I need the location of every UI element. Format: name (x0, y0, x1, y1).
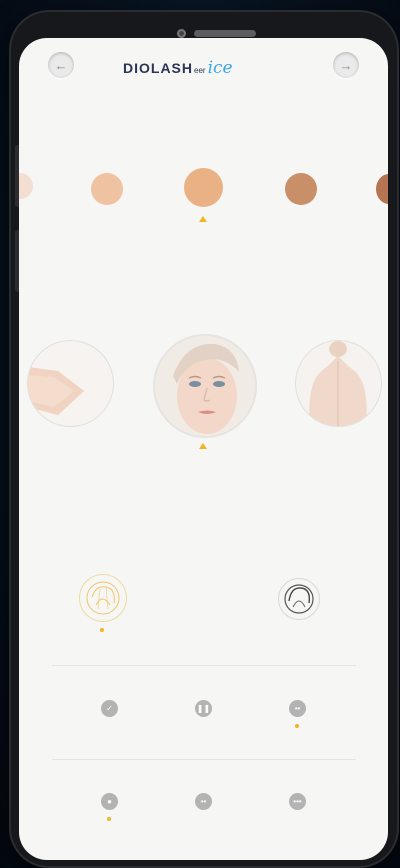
arrow-right-icon: → (339, 57, 353, 73)
mode-b-icon[interactable]: •• (195, 793, 212, 810)
skin-tone-selected-marker (199, 216, 207, 222)
logo-main-text: DIOLASH (123, 60, 193, 76)
more-icon[interactable]: •• (289, 700, 306, 717)
skin-tone-2[interactable] (91, 173, 123, 205)
skin-tone-3[interactable] (184, 168, 223, 207)
section-divider-1 (52, 665, 356, 666)
skin-tone-5[interactable] (376, 174, 388, 204)
skin-tone-4[interactable] (285, 173, 317, 205)
mode-c-icon[interactable]: ••• (289, 793, 306, 810)
forward-button[interactable]: → (333, 52, 359, 78)
hair-light-icon (86, 581, 120, 615)
pause-icon[interactable]: ❚❚ (195, 700, 212, 717)
speaker-grille (194, 30, 256, 37)
arrow-left-icon: ← (54, 57, 68, 73)
logo-sub-text: eer (194, 66, 206, 75)
brand-logo: DIOLASH eer ice (123, 58, 233, 84)
check-icon[interactable]: ✓ (101, 700, 118, 717)
mode-a-icon[interactable]: ● (101, 793, 118, 810)
mode-row-2-selected-marker (107, 817, 111, 821)
app-screen: ← DIOLASH eer ice → ✓ ❚❚ •• ● •• ••• (19, 38, 388, 860)
back-button[interactable]: ← (48, 52, 74, 78)
body-area-face[interactable] (153, 334, 257, 438)
mode-row-1-selected-marker (295, 724, 299, 728)
arm-illustration (28, 367, 84, 415)
section-divider-2 (52, 759, 356, 760)
back-illustration (309, 341, 367, 426)
body-area-arm[interactable] (27, 340, 114, 427)
logo-ice-text: ice (207, 58, 233, 78)
skin-tone-1[interactable] (19, 173, 33, 199)
hair-selected-marker (100, 628, 104, 632)
hair-option-light[interactable] (79, 574, 127, 622)
front-camera (177, 29, 186, 38)
hair-dark-icon (284, 584, 314, 614)
body-area-back[interactable] (295, 340, 382, 427)
hair-option-dark[interactable] (278, 578, 320, 620)
face-illustration (155, 336, 255, 436)
body-area-selected-marker (199, 443, 207, 449)
